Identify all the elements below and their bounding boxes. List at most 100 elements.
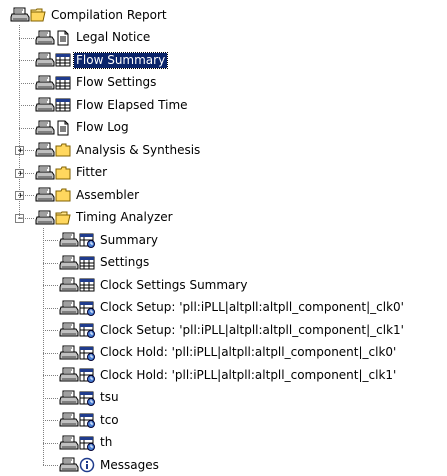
- tree-item-timing-analyzer[interactable]: Timing Analyzer: [35, 207, 175, 229]
- tree-item-label: Settings: [100, 255, 150, 269]
- timing-item-messages[interactable]: Messages: [59, 454, 161, 476]
- table-icon: [55, 75, 71, 91]
- printer-icon: [59, 322, 79, 338]
- tree-connector-line: [19, 127, 34, 129]
- tree-connector-line: [19, 82, 34, 84]
- tree-item-flow-summary[interactable]: Flow Summary: [35, 49, 169, 71]
- printer-icon: [59, 367, 79, 383]
- timing-item-th[interactable]: th: [59, 432, 114, 454]
- printer-icon: [35, 97, 55, 113]
- printer-icon: [59, 277, 79, 293]
- tree-item-flow-elapsed-time[interactable]: Flow Elapsed Time: [35, 94, 190, 116]
- tree-connector-line: [43, 420, 58, 421]
- printer-icon: [59, 390, 79, 406]
- printer-icon: [35, 120, 55, 136]
- tree-connector-line: [43, 262, 58, 264]
- tree-connector-line: [43, 442, 58, 444]
- printer-icon: [59, 300, 79, 316]
- tree-item-label: Flow Log: [76, 120, 129, 134]
- compilation-report-tree: Compilation Report Legal Notice Flow Summa…: [0, 0, 447, 475]
- tree-item-label: Clock Hold: 'pll:iPLL|altpll:altpll_comp…: [100, 345, 397, 359]
- tree-item-analysis-synthesis[interactable]: Analysis & Synthesis: [35, 139, 202, 161]
- timing-item-settings[interactable]: Settings: [59, 252, 151, 274]
- tree-connector-line: [43, 375, 58, 376]
- tree-item-label: tco: [100, 412, 119, 427]
- timing-item-tsu[interactable]: tsu: [59, 387, 121, 409]
- tree-item-label: Assembler: [76, 187, 140, 202]
- tree-connector-line: [43, 465, 58, 466]
- timing-table-icon: [79, 412, 95, 428]
- folder-icon: [55, 142, 71, 158]
- document-icon: [55, 120, 71, 136]
- tree-item-flow-settings[interactable]: Flow Settings: [35, 72, 158, 94]
- tree-connector-line: [19, 105, 34, 106]
- printer-icon: [59, 255, 79, 271]
- printer-icon: [10, 7, 30, 23]
- tree-item-fitter[interactable]: Fitter: [35, 162, 109, 184]
- tree-connector-line: [19, 37, 34, 39]
- timing-item-clock-settings-summary[interactable]: Clock Settings Summary: [59, 274, 249, 296]
- printer-icon: [35, 30, 55, 46]
- timing-item-summary[interactable]: Summary: [59, 229, 160, 251]
- tree-item-label: Fitter: [76, 165, 108, 179]
- printer-icon: [35, 75, 55, 91]
- tree-item-legal-notice[interactable]: Legal Notice: [35, 27, 152, 49]
- timing-item-clock-setup-pll-ipll-altpll-altpll-component-clk1[interactable]: Clock Setup: 'pll:iPLL|altpll:altpll_com…: [59, 319, 406, 341]
- table-icon: [79, 255, 95, 271]
- tree-connector-line: [43, 330, 58, 331]
- timing-table-icon: [79, 300, 95, 316]
- tree-connector-line: [43, 307, 58, 309]
- tree-item-label: Flow Settings: [76, 75, 157, 89]
- printer-icon: [35, 142, 55, 158]
- printer-icon: [59, 232, 79, 248]
- timing-table-icon: [79, 435, 95, 451]
- tree-item-flow-log[interactable]: Flow Log: [35, 117, 131, 139]
- folder-open-icon: [55, 210, 71, 226]
- folder-icon: [55, 187, 71, 203]
- printer-icon: [35, 165, 55, 181]
- tree-item-label: Timing Analyzer: [76, 210, 173, 224]
- timing-item-clock-hold-pll-ipll-altpll-altpll-component-clk0[interactable]: Clock Hold: 'pll:iPLL|altpll:altpll_comp…: [59, 342, 398, 364]
- timing-table-icon: [79, 232, 95, 248]
- table-icon: [79, 277, 95, 293]
- printer-icon: [59, 412, 79, 428]
- tree-item-label: Analysis & Synthesis: [76, 142, 201, 157]
- tree-item-label: Legal Notice: [76, 30, 151, 44]
- document-icon: [55, 30, 71, 46]
- tree-item-label: Flow Elapsed Time: [76, 97, 188, 112]
- printer-icon: [59, 345, 79, 361]
- table-icon: [55, 97, 71, 113]
- tree-item-label: Clock Settings Summary: [100, 277, 248, 292]
- tree-item-assembler[interactable]: Assembler: [35, 184, 141, 206]
- timing-item-clock-hold-pll-ipll-altpll-altpll-component-clk1[interactable]: Clock Hold: 'pll:iPLL|altpll:altpll_comp…: [59, 364, 398, 386]
- tree-item-label: Clock Setup: 'pll:iPLL|altpll:altpll_com…: [100, 300, 404, 314]
- tree-item-label: Clock Hold: 'pll:iPLL|altpll:altpll_comp…: [100, 367, 397, 382]
- printer-icon: [35, 52, 55, 68]
- printer-icon: [59, 457, 79, 473]
- tree-item-label: Messages: [100, 457, 159, 472]
- tree-item-label: Compilation Report: [51, 7, 167, 22]
- tree-item-label: Clock Setup: 'pll:iPLL|altpll:altpll_com…: [100, 322, 404, 337]
- tree-item-label: th: [100, 435, 113, 449]
- printer-icon: [35, 187, 55, 203]
- timing-item-tco[interactable]: tco: [59, 409, 121, 431]
- printer-icon: [59, 435, 79, 451]
- timing-item-clock-setup-pll-ipll-altpll-altpll-component-clk0[interactable]: Clock Setup: 'pll:iPLL|altpll:altpll_com…: [59, 297, 406, 319]
- folder-open-icon: [30, 7, 46, 23]
- tree-connector-line: [43, 285, 58, 286]
- timing-table-icon: [79, 390, 95, 406]
- timing-table-icon: [79, 367, 95, 383]
- tree-root-compilation-report[interactable]: Compilation Report: [10, 4, 169, 26]
- table-icon: [55, 52, 71, 68]
- info-icon: [79, 457, 95, 473]
- folder-icon: [55, 165, 71, 181]
- timing-table-icon: [79, 345, 95, 361]
- timing-table-icon: [79, 322, 95, 338]
- printer-icon: [35, 210, 55, 226]
- tree-connector-line: [19, 60, 34, 61]
- tree-connector-line: [43, 240, 58, 241]
- tree-item-label: Summary: [100, 232, 158, 247]
- tree-connector-line: [43, 227, 44, 465]
- tree-connector-line: [19, 25, 20, 218]
- tree-connector-line: [43, 352, 58, 354]
